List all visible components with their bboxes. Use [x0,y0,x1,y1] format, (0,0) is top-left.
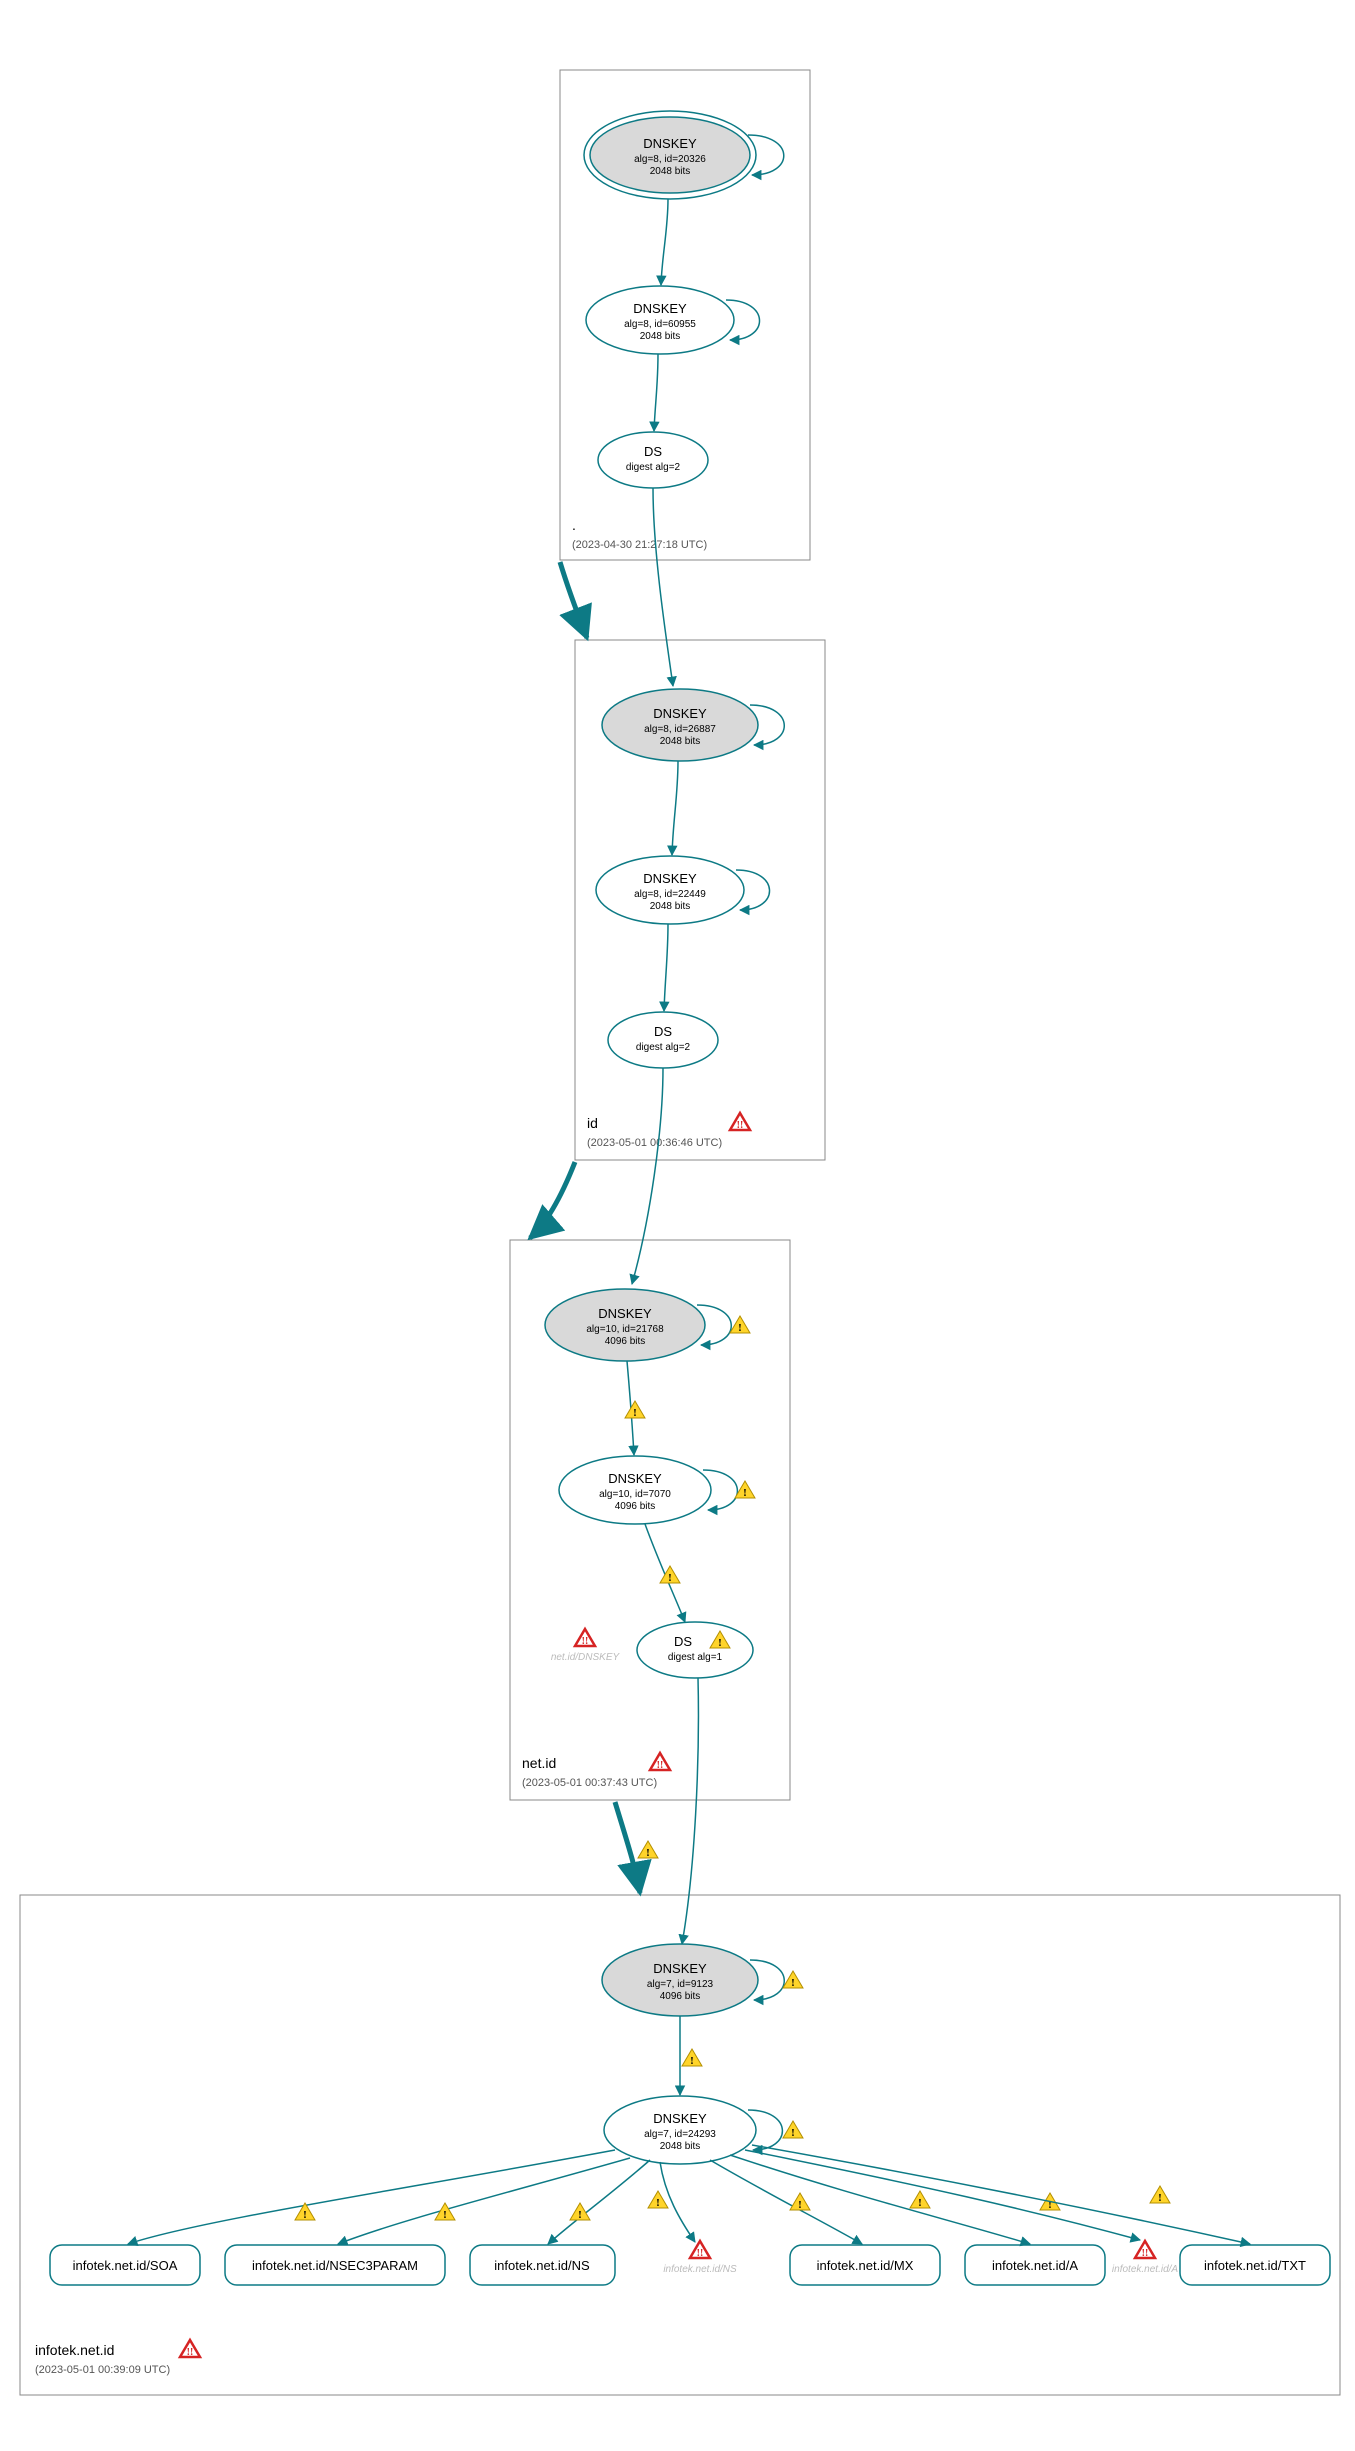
node-leaf-zsk: DNSKEY alg=7, id=24293 2048 bits [604,2096,756,2164]
rr-txt: infotek.net.id/TXT [1180,2245,1330,2285]
svg-text:alg=7, id=24293: alg=7, id=24293 [644,2129,716,2140]
svg-text:alg=10, id=21768: alg=10, id=21768 [586,1324,664,1335]
svg-text:DNSKEY: DNSKEY [608,1471,662,1486]
node-net-zsk: DNSKEY alg=10, id=7070 4096 bits [559,1456,711,1524]
svg-text:infotek.net.id/MX: infotek.net.id/MX [817,2258,914,2273]
warning-icon [638,1841,658,1859]
warning-icon [682,2049,702,2067]
svg-text:DNSKEY: DNSKEY [653,1961,707,1976]
svg-text:infotek.net.id/TXT: infotek.net.id/TXT [1204,2258,1306,2273]
svg-text:digest alg=1: digest alg=1 [668,1652,723,1663]
node-id-ksk: DNSKEY alg=8, id=26887 2048 bits [602,689,758,761]
svg-text:DNSKEY: DNSKEY [643,871,697,886]
error-icon [1135,2241,1155,2259]
svg-text:2048 bits: 2048 bits [660,2141,701,2152]
rr-ns: infotek.net.id/NS [470,2245,615,2285]
svg-text:digest alg=2: digest alg=2 [626,462,681,473]
rr-a: infotek.net.id/A [965,2245,1105,2285]
warning-icon [783,2121,803,2139]
warning-icon [625,1401,645,1419]
node-root-zsk: DNSKEY alg=8, id=60955 2048 bits [586,286,734,354]
svg-text:alg=8, id=26887: alg=8, id=26887 [644,724,716,735]
warning-icon [790,2193,810,2211]
error-icon [690,2241,710,2259]
svg-text:2048 bits: 2048 bits [650,901,691,912]
svg-text:2048 bits: 2048 bits [640,331,681,342]
svg-text:alg=8, id=20326: alg=8, id=20326 [634,154,706,165]
warning-icon [295,2203,315,2221]
svg-text:DS: DS [644,444,662,459]
svg-text:alg=7, id=9123: alg=7, id=9123 [647,1979,714,1990]
error-icon [180,2340,200,2358]
node-leaf-ksk: DNSKEY alg=7, id=9123 4096 bits [602,1944,758,2016]
svg-text:DS: DS [654,1024,672,1039]
svg-text:DS: DS [674,1634,692,1649]
svg-text:alg=8, id=22449: alg=8, id=22449 [634,889,706,900]
ghost-leaf-ns: infotek.net.id/NS [663,2264,737,2275]
error-icon [575,1629,595,1647]
svg-text:DNSKEY: DNSKEY [633,301,687,316]
warning-icon [910,2191,930,2209]
svg-text:4096 bits: 4096 bits [605,1336,646,1347]
zone-label-id: id [587,1115,598,1131]
zone-ts-leaf: (2023-05-01 00:39:09 UTC) [35,2364,170,2376]
warning-icon [648,2191,668,2209]
zone-ts-id: (2023-05-01 00:36:46 UTC) [587,1137,722,1149]
svg-text:infotek.net.id/SOA: infotek.net.id/SOA [73,2258,178,2273]
zone-label-netid: net.id [522,1755,556,1771]
svg-text:DNSKEY: DNSKEY [598,1306,652,1321]
warning-icon [730,1316,750,1334]
zone-ts-root: (2023-04-30 21:27:18 UTC) [572,539,707,551]
node-root-ds: DS digest alg=2 [598,432,708,488]
svg-text:infotek.net.id/NSEC3PARAM: infotek.net.id/NSEC3PARAM [252,2258,418,2273]
rr-nsec3param: infotek.net.id/NSEC3PARAM [225,2245,445,2285]
svg-text:4096 bits: 4096 bits [660,1991,701,2002]
svg-text:alg=8, id=60955: alg=8, id=60955 [624,319,696,330]
svg-text:4096 bits: 4096 bits [615,1501,656,1512]
rr-soa: infotek.net.id/SOA [50,2245,200,2285]
rr-mx: infotek.net.id/MX [790,2245,940,2285]
node-net-ds: DS digest alg=1 [637,1622,753,1678]
warning-icon [783,1971,803,1989]
error-icon [730,1113,750,1131]
node-id-ds: DS digest alg=2 [608,1012,718,1068]
zone-label-leaf: infotek.net.id [35,2342,114,2358]
ghost-netid-dnskey: net.id/DNSKEY [551,1652,621,1663]
svg-text:digest alg=2: digest alg=2 [636,1042,691,1053]
svg-text:infotek.net.id/NS: infotek.net.id/NS [494,2258,590,2273]
svg-text:alg=10, id=7070: alg=10, id=7070 [599,1489,671,1500]
warning-icon [1150,2186,1170,2204]
node-root-ksk: DNSKEY alg=8, id=20326 2048 bits [584,111,756,199]
zone-label-root: . [572,517,576,533]
svg-text:DNSKEY: DNSKEY [653,706,707,721]
dnssec-diagram: ! !! . (2023-04-30 21:27:18 UTC) id (202… [0,0,1355,2451]
node-id-zsk: DNSKEY alg=8, id=22449 2048 bits [596,856,744,924]
svg-text:2048 bits: 2048 bits [660,736,701,747]
svg-text:2048 bits: 2048 bits [650,166,691,177]
ghost-leaf-a: infotek.net.id/A [1112,2264,1178,2275]
svg-text:DNSKEY: DNSKEY [653,2111,707,2126]
zone-ts-netid: (2023-05-01 00:37:43 UTC) [522,1777,657,1789]
error-icon [650,1753,670,1771]
node-net-ksk: DNSKEY alg=10, id=21768 4096 bits [545,1289,705,1361]
svg-text:DNSKEY: DNSKEY [643,136,697,151]
svg-text:infotek.net.id/A: infotek.net.id/A [992,2258,1078,2273]
